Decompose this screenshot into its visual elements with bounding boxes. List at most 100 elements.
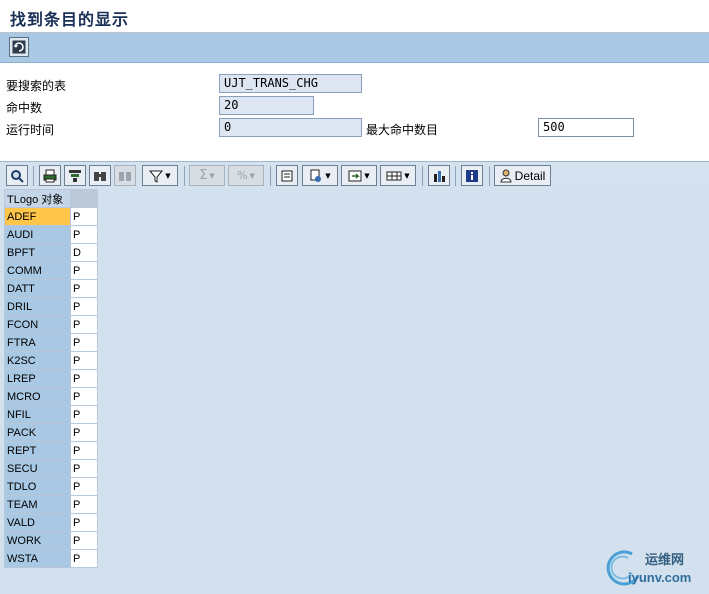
dropdown-arrow-icon: ▼ xyxy=(364,171,370,180)
tlogo-value-cell[interactable]: P xyxy=(70,261,98,280)
table-row[interactable]: BPFT D xyxy=(4,243,98,262)
max-hits-field[interactable]: 500 xyxy=(538,118,634,137)
tlogo-value-cell[interactable]: P xyxy=(70,387,98,406)
dropdown-arrow-icon: ▼ xyxy=(165,171,171,180)
tlogo-value-cell[interactable]: P xyxy=(70,423,98,442)
tlogo-key-cell[interactable]: BPFT xyxy=(4,243,71,262)
filter-total-button[interactable] xyxy=(64,165,86,186)
table-field[interactable]: UJT_TRANS_CHG xyxy=(219,74,362,93)
filter-button[interactable]: ▼ xyxy=(142,165,178,186)
table-row[interactable]: AUDI P xyxy=(4,225,98,244)
tlogo-key-cell[interactable]: FTRA xyxy=(4,333,71,352)
local-file-icon xyxy=(348,170,362,181)
dropdown-arrow-icon: ▼ xyxy=(325,171,331,180)
print-button[interactable] xyxy=(39,165,61,186)
tlogo-value-cell[interactable]: P xyxy=(70,477,98,496)
find-button[interactable] xyxy=(89,165,111,186)
table-row[interactable]: FCON P xyxy=(4,315,98,334)
magnifier-icon xyxy=(11,169,24,183)
tlogo-value-cell[interactable]: P xyxy=(70,549,98,568)
tlogo-key-cell[interactable]: ADEF xyxy=(4,207,71,226)
table-row[interactable]: COMM P xyxy=(4,261,98,280)
table-row[interactable]: LREP P xyxy=(4,369,98,388)
table-row[interactable]: REPT P xyxy=(4,441,98,460)
table-row[interactable]: WSTA P xyxy=(4,549,98,568)
detail-button[interactable]: Detail xyxy=(494,165,551,186)
tlogo-value-cell[interactable]: P xyxy=(70,207,98,226)
local-file-button[interactable]: ▼ xyxy=(341,165,377,186)
tlogo-value-cell[interactable]: P xyxy=(70,441,98,460)
tlogo-key-cell[interactable]: K2SC xyxy=(4,351,71,370)
table-label: 要搜索的表 xyxy=(6,79,67,93)
tlogo-value-cell[interactable]: P xyxy=(70,531,98,550)
tlogo-value-cell[interactable]: P xyxy=(70,225,98,244)
tlogo-value-cell[interactable]: P xyxy=(70,459,98,478)
table-row[interactable]: WORK P xyxy=(4,531,98,550)
info-button[interactable] xyxy=(461,165,483,186)
table-row[interactable]: MCRO P xyxy=(4,387,98,406)
table-row[interactable]: TEAM P xyxy=(4,495,98,514)
tlogo-value-cell[interactable]: P xyxy=(70,351,98,370)
tlogo-key-cell[interactable]: MCRO xyxy=(4,387,71,406)
find-next-button[interactable] xyxy=(114,165,136,186)
tlogo-key-cell[interactable]: TEAM xyxy=(4,495,71,514)
table-row[interactable]: VALD P xyxy=(4,513,98,532)
tlogo-key-cell[interactable]: VALD xyxy=(4,513,71,532)
table-row[interactable]: ADEF P xyxy=(4,207,98,226)
tlogo-value-cell[interactable]: P xyxy=(70,513,98,532)
table-row[interactable]: DATT P xyxy=(4,279,98,298)
tlogo-key-cell[interactable]: LREP xyxy=(4,369,71,388)
tlogo-key-cell[interactable]: COMM xyxy=(4,261,71,280)
table-row[interactable]: TDLO P xyxy=(4,477,98,496)
tlogo-key-cell[interactable]: NFIL xyxy=(4,405,71,424)
runtime-field[interactable]: 0 xyxy=(219,118,362,137)
print-preview-button[interactable] xyxy=(276,165,298,186)
tlogo-value-cell[interactable]: P xyxy=(70,297,98,316)
sum-button[interactable]: Σ ▼ xyxy=(189,165,225,186)
watermark-top-text: 运维网 xyxy=(645,553,685,568)
layout-icon xyxy=(386,171,402,180)
hits-field[interactable]: 20 xyxy=(219,96,314,115)
tlogo-key-cell[interactable]: PACK xyxy=(4,423,71,442)
export-button[interactable]: ▼ xyxy=(302,165,338,186)
tlogo-key-cell[interactable]: SECU xyxy=(4,459,71,478)
print-preview-icon xyxy=(281,170,293,181)
table-row[interactable]: NFIL P xyxy=(4,405,98,424)
tlogo-value-cell[interactable]: P xyxy=(70,495,98,514)
table-row[interactable]: SECU P xyxy=(4,459,98,478)
table-row[interactable]: FTRA P xyxy=(4,333,98,352)
tlogo-key-cell[interactable]: DRIL xyxy=(4,297,71,316)
graphic-button[interactable] xyxy=(428,165,450,186)
column-header-value[interactable] xyxy=(70,189,98,208)
search-info-form: 要搜索的表 UJT_TRANS_CHG 命中数 20 运行时间 0 最大命中数目… xyxy=(0,63,709,161)
tlogo-key-cell[interactable]: REPT xyxy=(4,441,71,460)
tlogo-value-cell[interactable]: P xyxy=(70,279,98,298)
table-row[interactable]: PACK P xyxy=(4,423,98,442)
details-button[interactable] xyxy=(6,165,28,186)
refresh-button[interactable] xyxy=(9,37,29,57)
layout-button[interactable]: ▼ xyxy=(380,165,416,186)
info-icon xyxy=(466,169,478,182)
dropdown-arrow-icon: ▼ xyxy=(249,171,255,180)
watermark: 运维网 iyunv.com xyxy=(600,546,705,592)
tlogo-value-cell[interactable]: P xyxy=(70,315,98,334)
tlogo-key-cell[interactable]: WORK xyxy=(4,531,71,550)
table-row[interactable]: K2SC P xyxy=(4,351,98,370)
find-next-icon xyxy=(119,171,131,181)
subtotal-button[interactable]: % ▼ xyxy=(228,165,264,186)
tlogo-key-cell[interactable]: FCON xyxy=(4,315,71,334)
sum-icon: Σ xyxy=(199,168,208,183)
tlogo-value-cell[interactable]: P xyxy=(70,369,98,388)
tlogo-value-cell[interactable]: P xyxy=(70,333,98,352)
tlogo-key-cell[interactable]: TDLO xyxy=(4,477,71,496)
tlogo-key-cell[interactable]: AUDI xyxy=(4,225,71,244)
column-header-tlogo[interactable]: TLogo 对象 xyxy=(4,189,71,208)
tlogo-value-cell[interactable]: P xyxy=(70,405,98,424)
tlogo-key-cell[interactable]: DATT xyxy=(4,279,71,298)
table-row[interactable]: DRIL P xyxy=(4,297,98,316)
result-grid: TLogo 对象 ADEF P AUDI P BPFT D COMM P DATT P DRIL P F… xyxy=(4,189,98,568)
tlogo-value-cell[interactable]: D xyxy=(70,243,98,262)
graphic-icon xyxy=(434,170,445,182)
dropdown-arrow-icon: ▼ xyxy=(404,171,410,180)
tlogo-key-cell[interactable]: WSTA xyxy=(4,549,71,568)
